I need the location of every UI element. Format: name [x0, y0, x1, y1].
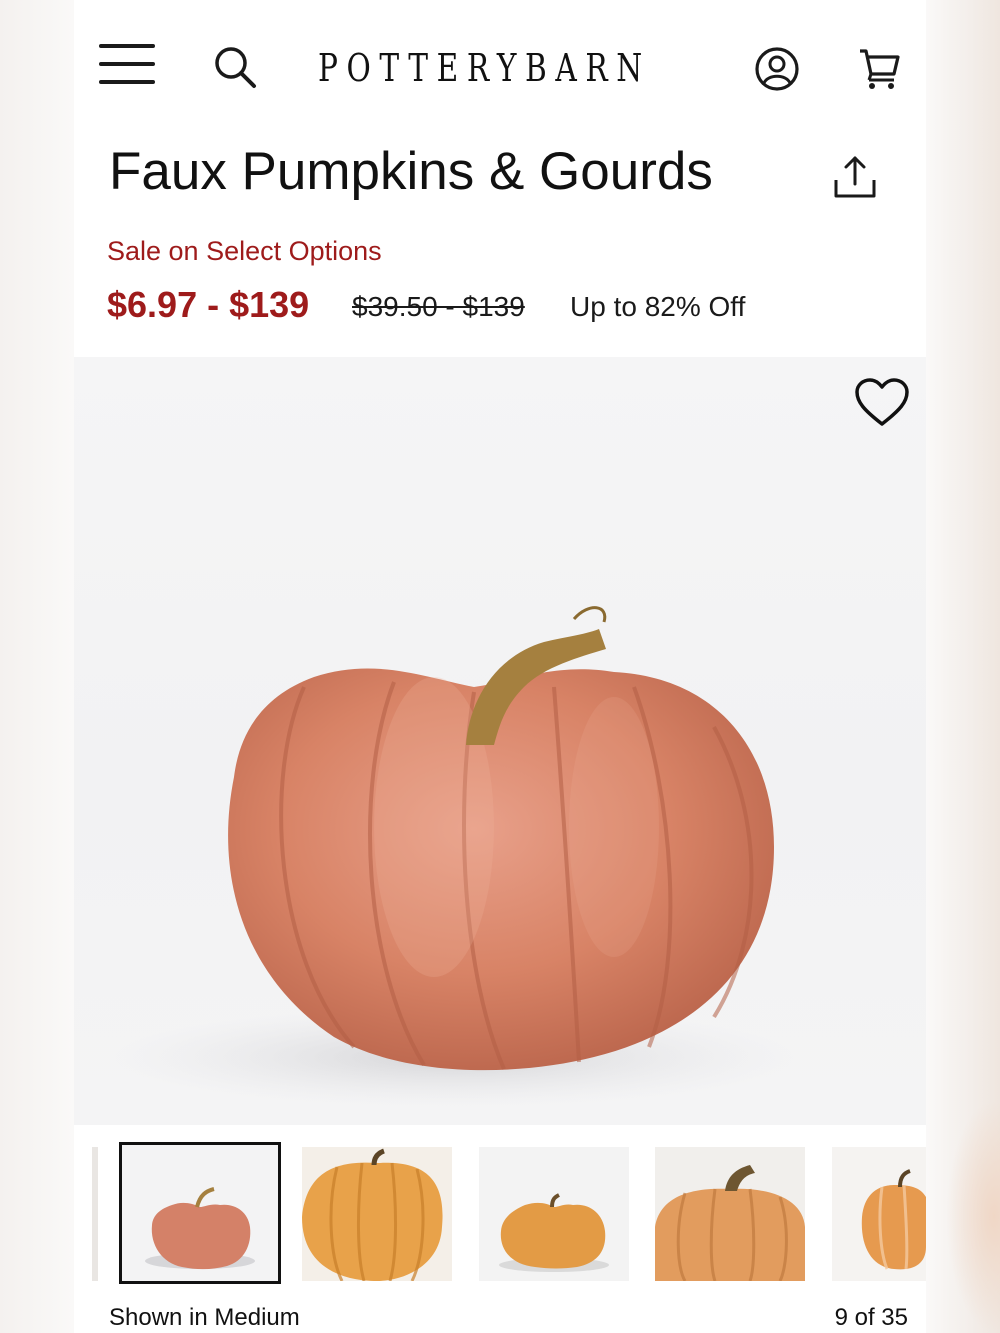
thumbnail-3[interactable] — [479, 1147, 629, 1281]
product-page: POTTERYBARN Faux Pumpkins & Gourds Sale … — [74, 0, 926, 1333]
brand-logo[interactable]: POTTERYBARN — [318, 44, 642, 92]
gallery-caption: Shown in Medium — [109, 1304, 300, 1331]
thumbnail-2[interactable] — [302, 1147, 452, 1281]
discount-label: Up to 82% Off — [570, 291, 746, 322]
product-title: Faux Pumpkins & Gourds — [109, 142, 713, 201]
account-icon[interactable] — [754, 46, 800, 92]
menu-icon[interactable] — [99, 44, 155, 84]
thumbnail-4[interactable] — [655, 1147, 805, 1281]
page-backdrop-right — [926, 0, 1000, 1333]
sale-label: Sale on Select Options — [107, 236, 382, 266]
product-hero-image[interactable] — [74, 357, 926, 1125]
sale-price: $6.97 - $139 — [107, 284, 310, 325]
thumbnail-partial[interactable] — [92, 1147, 98, 1281]
page-backdrop-left — [0, 0, 74, 1333]
thumbnail-1[interactable] — [119, 1142, 281, 1284]
favorite-heart-icon[interactable] — [854, 378, 910, 428]
thumbnail-strip — [74, 1125, 926, 1295]
cart-icon[interactable] — [858, 46, 900, 90]
search-icon[interactable] — [212, 44, 258, 90]
share-icon[interactable] — [832, 154, 878, 202]
pumpkin-illustration — [114, 606, 794, 1107]
original-price: $39.50 - $139 — [352, 291, 525, 322]
thumbnail-5[interactable] — [832, 1147, 926, 1281]
gallery-counter: 9 of 35 — [834, 1304, 908, 1331]
